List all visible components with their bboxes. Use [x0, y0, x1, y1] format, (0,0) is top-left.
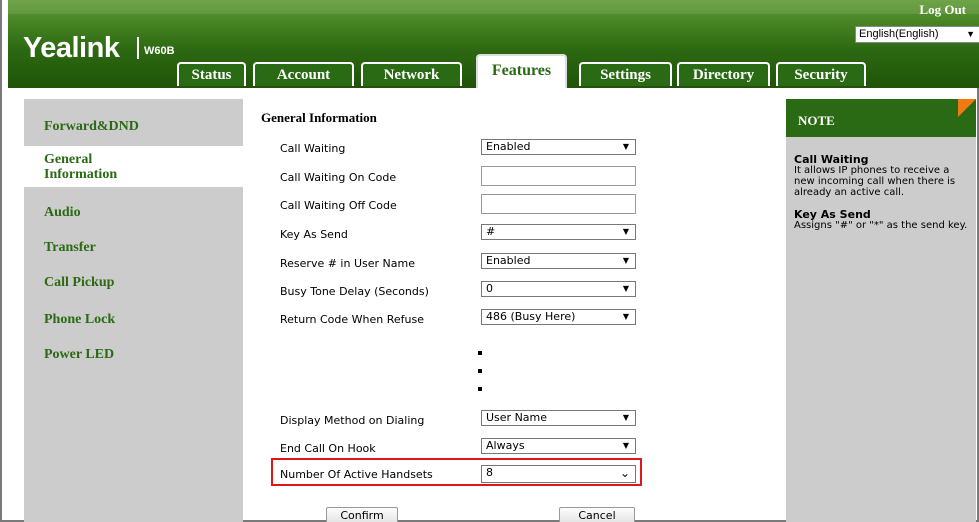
key-as-send-label: Key As Send: [280, 228, 348, 241]
chevron-down-icon: ▼: [622, 256, 629, 265]
active-handsets-value: 8: [486, 466, 493, 479]
sidebar-item-forward-dnd[interactable]: Forward&DND: [24, 119, 243, 134]
note-heading: NOTE: [786, 99, 976, 137]
section-title: General Information: [261, 110, 377, 125]
tab-settings[interactable]: Settings: [579, 62, 672, 86]
language-select[interactable]: English(English) ▼: [855, 26, 979, 43]
call-waiting-on-code-input[interactable]: [481, 166, 636, 186]
chevron-down-icon: ▼: [622, 284, 629, 293]
return-code-label: Return Code When Refuse: [280, 313, 424, 326]
chevron-down-icon: ⌄: [619, 466, 630, 480]
tab-features[interactable]: Features: [476, 54, 567, 88]
return-code-select[interactable]: 486 (Busy Here) ▼: [481, 309, 636, 325]
display-method-label: Display Method on Dialing: [280, 414, 425, 427]
note-body: Call Waiting It allows IP phones to rece…: [794, 154, 972, 242]
reserve-hash-label: Reserve # in User Name: [280, 257, 415, 270]
call-waiting-off-code-label: Call Waiting Off Code: [280, 199, 397, 212]
header-bar: Yealink W60B Log Out English(English) ▼ …: [8, 0, 979, 88]
sidebar-item-call-pickup[interactable]: Call Pickup: [24, 275, 243, 290]
sidebar-item-phone-lock[interactable]: Phone Lock: [24, 312, 243, 327]
call-waiting-select[interactable]: Enabled ▼: [481, 139, 636, 155]
call-waiting-value: Enabled: [486, 140, 531, 153]
busy-tone-delay-select[interactable]: 0 ▼: [481, 281, 636, 297]
main-panel: General Information Call Waiting Enabled…: [243, 99, 778, 522]
end-call-on-hook-value: Always: [486, 439, 525, 452]
cancel-button[interactable]: Cancel: [559, 507, 635, 522]
reserve-hash-value: Enabled: [486, 254, 531, 267]
logout-link[interactable]: Log Out: [919, 2, 966, 18]
ellipsis-dot: [478, 387, 482, 391]
sidebar-item-transfer[interactable]: Transfer: [24, 240, 243, 255]
ellipsis-dot: [478, 351, 482, 355]
key-as-send-select[interactable]: # ▼: [481, 224, 636, 240]
sidebar-item-audio[interactable]: Audio: [24, 205, 243, 220]
chevron-down-icon: ▼: [622, 227, 629, 236]
note-entry-title: Key As Send: [794, 208, 871, 221]
call-waiting-off-code-input[interactable]: [481, 194, 636, 214]
tab-status[interactable]: Status: [177, 62, 246, 86]
logo-separator: [137, 37, 139, 59]
active-handsets-select[interactable]: 8 ⌄: [481, 465, 636, 483]
chevron-down-icon: ▼: [622, 142, 629, 151]
tab-directory[interactable]: Directory: [677, 62, 770, 86]
display-method-value: User Name: [486, 411, 548, 424]
note-corner-accent: [958, 99, 976, 117]
ellipsis-dot: [478, 369, 482, 373]
sidebar: Forward&DND General Information Audio Tr…: [24, 99, 243, 522]
confirm-button[interactable]: Confirm: [326, 507, 398, 522]
language-value: English(English): [859, 28, 939, 40]
model-label: W60B: [144, 45, 175, 57]
note-panel: NOTE Call Waiting It allows IP phones to…: [786, 99, 976, 522]
reserve-hash-select[interactable]: Enabled ▼: [481, 253, 636, 269]
return-code-value: 486 (Busy Here): [486, 310, 576, 323]
chevron-down-icon: ▼: [622, 441, 629, 450]
key-as-send-value: #: [486, 225, 496, 238]
chevron-down-icon: ▼: [966, 29, 975, 39]
chevron-down-icon: ▼: [622, 413, 629, 422]
active-handsets-label: Number Of Active Handsets: [280, 468, 433, 481]
chevron-down-icon: ▼: [622, 312, 629, 321]
note-entry-title: Call Waiting: [794, 153, 869, 166]
brand-logo: Yealink: [23, 32, 120, 64]
display-method-select[interactable]: User Name ▼: [481, 410, 636, 426]
end-call-on-hook-label: End Call On Hook: [280, 442, 376, 455]
sidebar-item-power-led[interactable]: Power LED: [24, 347, 243, 362]
note-entry-text: Assigns "#" or "*" as the send key.: [794, 220, 968, 231]
tab-network[interactable]: Network: [361, 62, 462, 86]
tab-account[interactable]: Account: [253, 62, 354, 86]
note-entry-text: It allows IP phones to receive a new inc…: [794, 165, 956, 198]
call-waiting-label: Call Waiting: [280, 142, 346, 155]
sidebar-item-general-information[interactable]: General Information: [24, 146, 243, 187]
busy-tone-delay-value: 0: [486, 282, 493, 295]
end-call-on-hook-select[interactable]: Always ▼: [481, 438, 636, 454]
call-waiting-on-code-label: Call Waiting On Code: [280, 171, 397, 184]
header-shine: [8, 0, 979, 14]
tab-security[interactable]: Security: [776, 62, 866, 86]
busy-tone-delay-label: Busy Tone Delay (Seconds): [280, 285, 429, 298]
